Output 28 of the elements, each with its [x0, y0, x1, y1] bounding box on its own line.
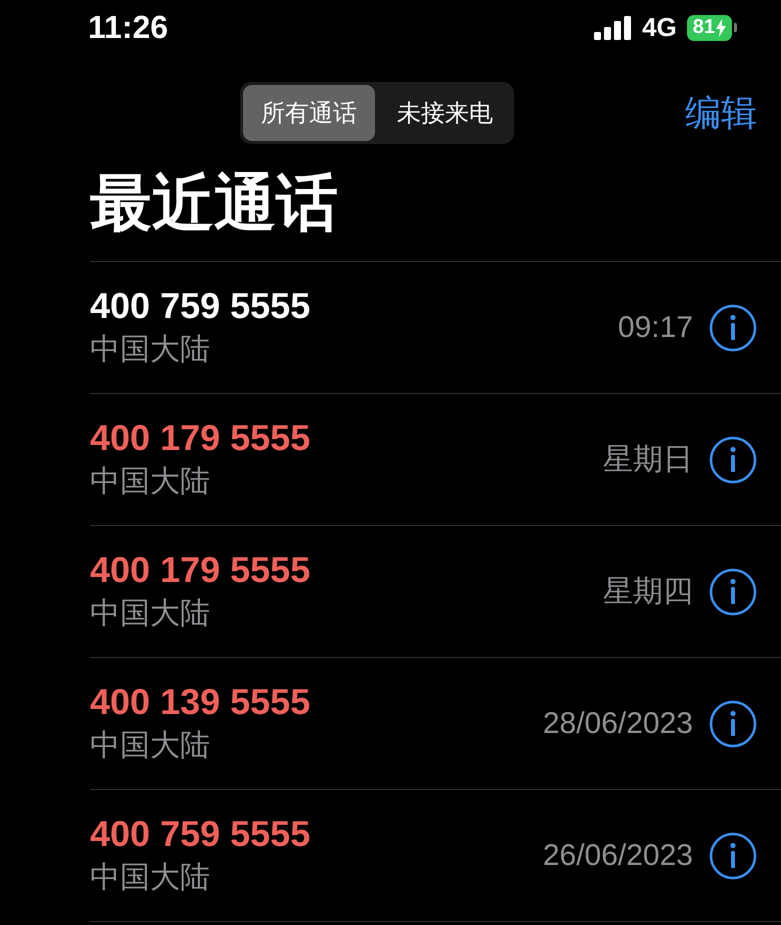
status-time: 11:26 [88, 9, 168, 46]
call-time: 09:17 [618, 310, 693, 344]
call-location: 中国大陆 [90, 332, 211, 368]
phone-number: 400 139 5555 [90, 681, 312, 723]
phone-number: 400 179 5555 [90, 417, 312, 459]
info-icon[interactable] [709, 304, 757, 352]
segment-tab[interactable]: 所有通话 [243, 85, 375, 141]
signal-icon [594, 16, 632, 40]
call-time: 星期四 [603, 574, 693, 610]
call-time: 28/06/2023 [542, 706, 693, 740]
edit-button[interactable]: 编辑 [685, 88, 757, 138]
phone-number: 400 179 5555 [90, 549, 312, 591]
call-location: 中国大陆 [90, 728, 211, 764]
page-title: 最近通话 [90, 168, 339, 240]
battery-indicator: 81 [686, 14, 732, 40]
call-location: 中国大陆 [90, 860, 211, 896]
call-location: 中国大陆 [90, 464, 211, 500]
call-location: 中国大陆 [90, 596, 211, 632]
phone-number: 400 759 5555 [90, 813, 312, 855]
segment-tab[interactable]: 未接来电 [379, 85, 511, 141]
network-type: 4G [642, 12, 677, 43]
info-icon[interactable] [709, 436, 757, 484]
info-icon[interactable] [709, 568, 757, 616]
info-icon[interactable] [709, 832, 757, 880]
phone-number: 400 759 5555 [90, 285, 312, 327]
call-time: 星期日 [603, 442, 693, 478]
call-time: 26/06/2023 [542, 838, 693, 872]
info-icon[interactable] [709, 700, 757, 748]
